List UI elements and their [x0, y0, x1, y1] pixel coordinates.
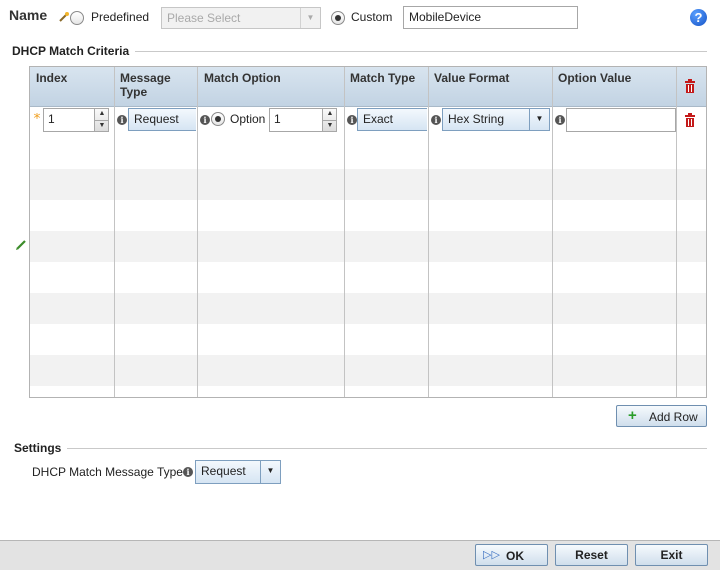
criteria-grid: Index Message Type Match Option Match Ty… — [29, 66, 707, 398]
column-divider — [114, 67, 115, 397]
col-message-type[interactable]: Message Type — [114, 67, 198, 107]
custom-radio[interactable] — [331, 11, 345, 25]
message-type-value: Request — [134, 112, 179, 126]
stepper-up-icon[interactable]: ▲ — [323, 109, 337, 120]
svg-text:*: * — [34, 113, 41, 123]
stepper-down-icon[interactable]: ▼ — [95, 120, 109, 131]
stepper-down-icon[interactable]: ▼ — [323, 120, 337, 131]
predefined-select-placeholder: Please Select — [167, 11, 241, 25]
asterisk-icon: * — [34, 113, 41, 123]
info-icon: i — [555, 115, 565, 125]
info-icon: i — [117, 115, 127, 125]
settings-title: Settings — [14, 441, 68, 455]
option-radio[interactable] — [211, 112, 225, 126]
wand-icon — [59, 12, 69, 22]
chevron-down-icon[interactable]: ▼ — [529, 109, 549, 130]
trash-icon[interactable] — [684, 113, 696, 127]
option-number-value: 1 — [274, 112, 281, 126]
table-row — [30, 262, 706, 293]
reset-button[interactable]: Reset — [555, 544, 628, 566]
column-divider — [428, 67, 429, 397]
custom-name-input[interactable]: MobileDevice — [403, 6, 578, 29]
option-value-input[interactable] — [566, 108, 676, 132]
plus-icon: + — [628, 407, 637, 424]
predefined-label: Predefined — [91, 10, 150, 24]
forward-icon: ▷▷ — [483, 549, 500, 561]
info-icon: i — [431, 115, 441, 125]
option-number-stepper[interactable]: 1 ▲ ▼ — [269, 108, 337, 132]
col-option-value[interactable]: Option Value — [552, 67, 676, 107]
table-row — [30, 169, 706, 200]
value-format-value: Hex String — [448, 112, 505, 126]
match-message-type-select[interactable]: Request ▼ — [195, 460, 281, 484]
exit-button[interactable]: Exit — [635, 544, 708, 566]
message-type-select[interactable]: Request — [128, 108, 196, 131]
column-divider — [552, 67, 553, 397]
name-label: Name — [9, 7, 48, 23]
ok-button[interactable]: ▷▷ OK — [475, 544, 548, 566]
col-match-type[interactable]: Match Type — [344, 67, 428, 107]
index-stepper[interactable]: 1 ▲ ▼ — [43, 108, 109, 132]
trash-icon[interactable] — [684, 79, 696, 93]
table-row — [30, 355, 706, 386]
predefined-radio[interactable] — [70, 11, 84, 25]
table-row — [30, 386, 706, 397]
pencil-icon[interactable] — [16, 239, 27, 250]
index-stepper-buttons[interactable]: ▲ ▼ — [94, 109, 109, 131]
match-message-type-label: DHCP Match Message Type — [32, 465, 183, 479]
info-icon: i — [200, 115, 210, 125]
value-format-select[interactable]: Hex String ▼ — [442, 108, 550, 131]
option-stepper-buttons[interactable]: ▲ ▼ — [322, 109, 337, 131]
chevron-down-icon[interactable]: ▼ — [260, 461, 280, 483]
custom-label: Custom — [351, 10, 393, 24]
criteria-title: DHCP Match Criteria — [12, 44, 136, 58]
column-divider — [676, 67, 677, 397]
column-divider — [197, 67, 198, 397]
ok-label: OK — [506, 549, 524, 563]
info-icon: i — [347, 115, 357, 125]
table-row — [30, 231, 706, 262]
col-value-format[interactable]: Value Format — [428, 67, 552, 107]
stepper-up-icon[interactable]: ▲ — [95, 109, 109, 120]
match-type-select[interactable]: Exact — [357, 108, 427, 131]
settings-divider — [14, 448, 707, 449]
column-divider — [344, 67, 345, 397]
predefined-select: Please Select ▼ — [161, 7, 321, 29]
table-row — [30, 138, 706, 169]
col-match-option[interactable]: Match Option — [198, 67, 344, 107]
grid-header: Index Message Type Match Option Match Ty… — [30, 67, 706, 107]
match-option-label: Option — [230, 112, 266, 126]
col-index[interactable]: Index — [30, 67, 114, 107]
table-row — [30, 324, 706, 355]
help-icon[interactable]: ? — [690, 9, 707, 26]
reset-label: Reset — [575, 548, 608, 562]
table-row — [30, 293, 706, 324]
index-value: 1 — [48, 112, 55, 126]
match-message-type-value: Request — [201, 464, 246, 478]
table-row — [30, 200, 706, 231]
exit-label: Exit — [660, 548, 683, 562]
add-row-label: Add Row — [649, 410, 698, 424]
chevron-down-icon: ▼ — [300, 8, 320, 28]
match-type-value: Exact — [363, 112, 394, 126]
info-icon: i — [183, 467, 193, 477]
add-row-button[interactable]: + Add Row — [616, 405, 707, 427]
